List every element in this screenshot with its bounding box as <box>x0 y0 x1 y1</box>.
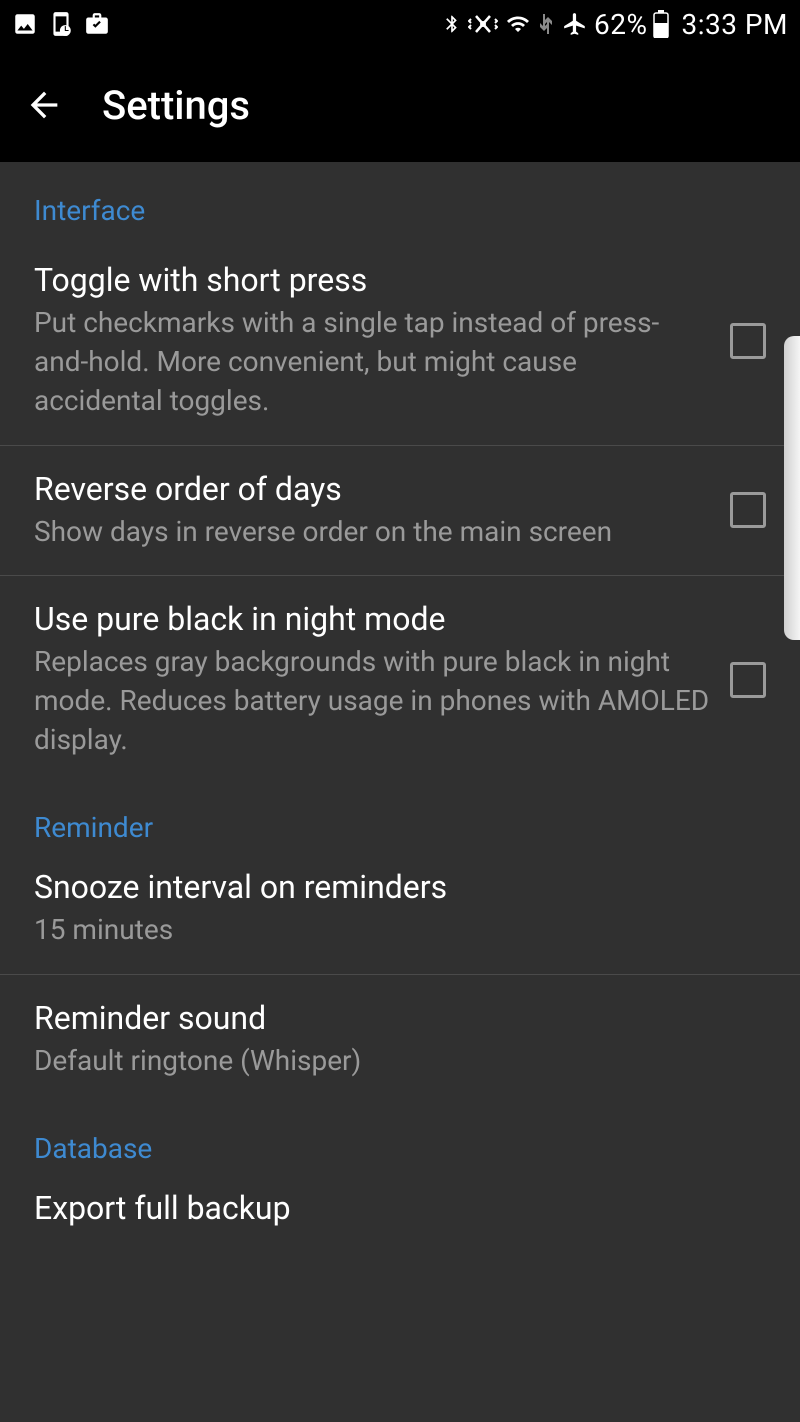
checkbox[interactable] <box>730 323 766 359</box>
setting-title: Use pure black in night mode <box>34 600 710 638</box>
setting-title: Toggle with short press <box>34 261 710 299</box>
checkbox[interactable] <box>730 662 766 698</box>
setting-snooze-interval[interactable]: Snooze interval on reminders 15 minutes <box>0 854 800 974</box>
status-left-icons <box>12 11 110 37</box>
bluetooth-icon <box>442 11 462 37</box>
toolbar: Settings <box>0 48 800 162</box>
section-header-database: Database <box>0 1104 800 1175</box>
setting-subtitle: 15 minutes <box>34 910 746 949</box>
setting-subtitle: Replaces gray backgrounds with pure blac… <box>34 642 710 760</box>
airplane-icon <box>562 11 588 37</box>
wifi-icon <box>504 12 532 36</box>
setting-toggle-short-press[interactable]: Toggle with short press Put checkmarks w… <box>0 237 800 446</box>
checkbox[interactable] <box>730 492 766 528</box>
device-clock-icon <box>48 11 74 37</box>
setting-subtitle: Put checkmarks with a single tap instead… <box>34 303 710 421</box>
status-bar: 62% 3:33 PM <box>0 0 800 48</box>
section-header-reminder: Reminder <box>0 783 800 854</box>
battery-percent: 62% <box>594 8 647 41</box>
battery-icon <box>653 10 669 38</box>
status-right: 62% 3:33 PM <box>442 8 788 41</box>
image-icon <box>12 11 38 37</box>
setting-pure-black[interactable]: Use pure black in night mode Replaces gr… <box>0 576 800 784</box>
setting-title: Reverse order of days <box>34 470 710 508</box>
vibrate-icon <box>468 11 498 37</box>
setting-title: Export full backup <box>34 1189 746 1227</box>
data-icon <box>538 12 556 36</box>
clock-time: 3:33 PM <box>681 8 788 41</box>
setting-reverse-order[interactable]: Reverse order of days Show days in rever… <box>0 446 800 576</box>
setting-subtitle: Default ringtone (Whisper) <box>34 1041 746 1080</box>
briefcase-check-icon <box>84 11 110 37</box>
setting-export-backup[interactable]: Export full backup <box>0 1175 800 1231</box>
setting-reminder-sound[interactable]: Reminder sound Default ringtone (Whisper… <box>0 975 800 1104</box>
page-title: Settings <box>102 82 250 129</box>
back-button[interactable] <box>24 85 64 125</box>
section-header-interface: Interface <box>0 166 800 237</box>
setting-subtitle: Show days in reverse order on the main s… <box>34 512 710 551</box>
settings-content: Interface Toggle with short press Put ch… <box>0 162 800 1231</box>
setting-title: Reminder sound <box>34 999 746 1037</box>
scroll-indicator[interactable] <box>784 336 800 640</box>
setting-title: Snooze interval on reminders <box>34 868 746 906</box>
